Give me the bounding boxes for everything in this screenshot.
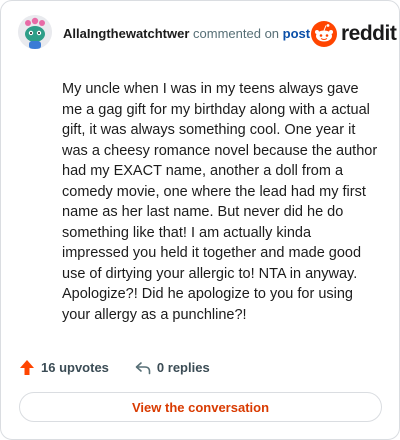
reddit-logo[interactable]: reddit xyxy=(311,21,397,47)
avatar[interactable] xyxy=(18,15,52,49)
username-link[interactable]: AllaIngthewatchtwer xyxy=(63,26,189,41)
reddit-wordmark: reddit xyxy=(341,22,397,45)
replies-button[interactable]: 0 replies xyxy=(135,360,210,375)
comment-embed-card: AllaIngthewatchtwer commented on post re… xyxy=(0,0,400,440)
comment-body: My uncle when I was in my teens always g… xyxy=(62,81,378,323)
avatar-snoo-icon xyxy=(18,15,52,49)
replies-count: 0 replies xyxy=(156,360,210,375)
view-conversation-button[interactable]: View the conversation xyxy=(19,392,382,422)
reply-arrow-icon xyxy=(135,361,151,374)
comment-header: AllaIngthewatchtwer commented on post xyxy=(63,26,310,41)
upvotes-count: 16 upvotes xyxy=(41,360,109,375)
reddit-snoo-icon xyxy=(311,21,337,47)
post-link[interactable]: post xyxy=(283,26,310,41)
upvotes-button[interactable]: 16 upvotes xyxy=(19,359,109,376)
upvote-arrow-icon xyxy=(20,360,34,375)
comment-footer: 16 upvotes 0 replies xyxy=(19,359,210,376)
commented-on-label: commented on xyxy=(193,26,280,41)
